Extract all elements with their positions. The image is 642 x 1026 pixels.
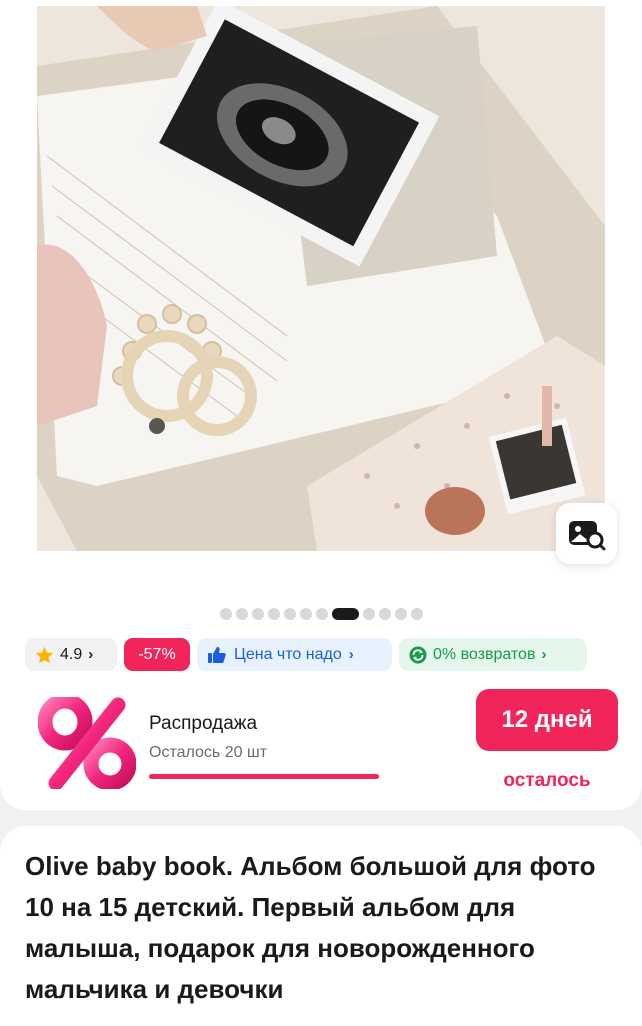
returns-badge[interactable]: 0% возвратов ›	[399, 638, 587, 671]
pagination-dot[interactable]	[378, 608, 391, 620]
sale-progress-bar	[149, 774, 379, 779]
sale-days-button[interactable]: 12 дней	[476, 689, 618, 751]
sale-days: 12 дней	[501, 706, 593, 733]
chevron-right-icon: ›	[541, 646, 547, 663]
album-photo-illustration	[37, 6, 605, 551]
price-rating-badge[interactable]: Цена что надо ›	[197, 638, 392, 671]
sale-remaining: Осталось 20 шт	[149, 744, 268, 761]
pagination-dot[interactable]	[410, 608, 423, 620]
chevron-right-icon: ›	[348, 646, 354, 663]
pagination-dot[interactable]	[219, 608, 232, 620]
price-rating-label: Цена что надо	[234, 645, 342, 663]
pagination-dot[interactable]	[267, 608, 280, 620]
sale-title: Распродажа	[149, 713, 258, 734]
product-photo[interactable]	[37, 6, 605, 551]
discount-badge: -57%	[124, 638, 190, 671]
image-search-icon	[568, 520, 605, 550]
percent-icon	[38, 697, 136, 789]
product-title-card: Olive baby book. Альбом большой для фото…	[0, 826, 642, 1026]
return-cycle-icon	[409, 646, 427, 663]
rating-value: 4.9	[60, 645, 83, 663]
pagination-dot[interactable]	[299, 608, 312, 620]
gallery-pagination	[0, 606, 642, 622]
pagination-dot[interactable]	[362, 608, 375, 620]
rating-badge[interactable]: 4.9 ›	[25, 638, 117, 671]
pagination-dot[interactable]	[251, 608, 264, 620]
chevron-right-icon: ›	[88, 646, 94, 663]
pagination-dot-active[interactable]	[331, 608, 359, 620]
pagination-dot[interactable]	[315, 608, 328, 620]
returns-label: 0% возвратов	[433, 645, 536, 663]
visual-search-button[interactable]	[556, 503, 617, 564]
product-badges: 4.9 › -57% Цена что надо › 0% возвратов …	[25, 638, 587, 671]
pagination-dot[interactable]	[283, 608, 296, 620]
discount-value: -57%	[138, 645, 176, 663]
pagination-dot[interactable]	[235, 608, 248, 620]
sale-progress-fill	[149, 774, 379, 779]
product-title: Olive baby book. Альбом большой для фото…	[25, 851, 596, 1004]
pagination-dot[interactable]	[394, 608, 407, 620]
thumbs-up-icon	[208, 646, 226, 663]
product-media-card: 4.9 › -57% Цена что надо › 0% возвратов …	[0, 0, 642, 810]
sale-days-caption: осталось	[503, 770, 591, 791]
star-icon	[35, 646, 54, 663]
